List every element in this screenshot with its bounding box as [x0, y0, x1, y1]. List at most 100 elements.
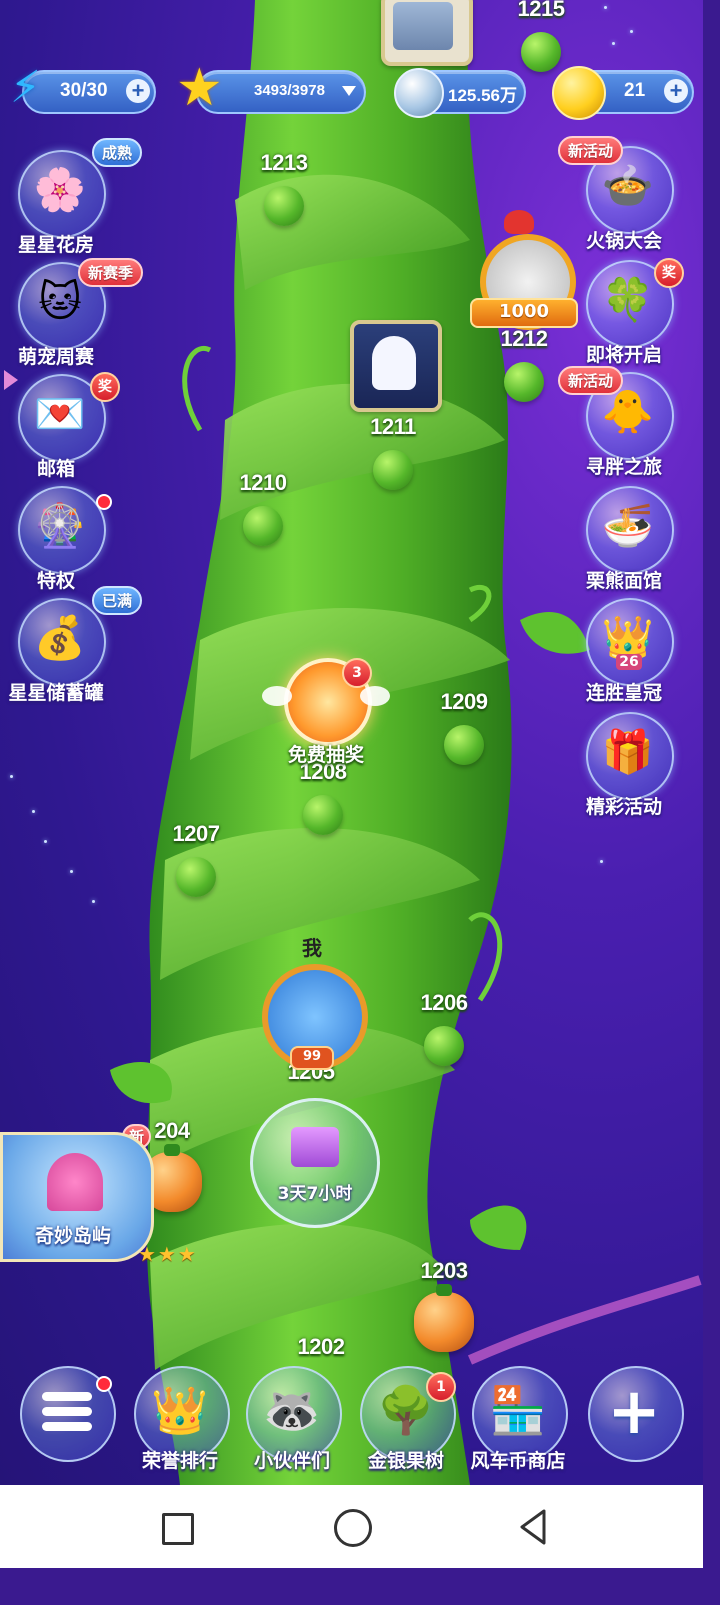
honor-ranking-button[interactable]: 👑 荣誉排行 — [128, 1366, 232, 1478]
status-badge: 已满 — [92, 586, 143, 615]
player-tag: 我 — [302, 936, 322, 960]
free-lottery-button[interactable]: 3 免费抽奖 — [262, 658, 390, 768]
mail-icon: 💌 — [33, 389, 87, 438]
journey-event-button[interactable]: 🐥 寻胖之旅 新活动 — [558, 366, 674, 482]
gift-box-icon — [291, 1127, 339, 1167]
avatar-photo-icon — [393, 2, 453, 50]
gold-coin-value: 21 — [624, 80, 646, 101]
menu-label: 即将开启 — [585, 344, 662, 366]
menu-label: 火锅大会 — [585, 230, 662, 252]
level-node[interactable]: 1206 — [421, 990, 468, 1066]
status-badge: 新活动 — [558, 366, 624, 395]
level-node[interactable]: 1213 — [261, 150, 308, 226]
level-node[interactable]: 1207 — [173, 821, 220, 897]
level-number: 1203 — [420, 1258, 468, 1283]
notification-dot — [96, 1376, 112, 1392]
mailbox-button[interactable]: 💌 邮箱 奖 — [6, 372, 120, 484]
ghost-icon — [372, 336, 416, 390]
level-node[interactable]: 1210 — [240, 470, 287, 546]
lottery-count-badge: 3 — [342, 658, 372, 688]
chicken-comb-icon — [504, 210, 534, 234]
menu-label: 小伙伴们 — [253, 1450, 330, 1472]
status-badge: 新活动 — [558, 136, 624, 165]
recent-apps-button[interactable] — [156, 1507, 196, 1547]
menu-label: 邮箱 — [36, 458, 75, 480]
coming-soon-button[interactable]: 🍀 即将开启 奖 — [574, 258, 684, 370]
energy-bar: 30/30 + — [22, 70, 156, 114]
noodle-shop-button[interactable]: 🍜 栗熊面馆 — [574, 486, 674, 596]
back-button[interactable] — [514, 1507, 554, 1547]
level-pod — [373, 450, 413, 490]
menu-list-icon — [42, 1392, 92, 1431]
silver-coin-icon — [394, 68, 444, 118]
flower-house-icon: 🌸 — [33, 165, 87, 214]
level-node[interactable]: 204 — [142, 1118, 202, 1212]
level-stars-icon: ★★★ — [138, 1242, 198, 1266]
player-level: 99 — [290, 1046, 334, 1070]
gift-timer: 3天7小时 — [277, 1184, 353, 1204]
level-pod — [504, 362, 544, 402]
fruit-tree-button[interactable]: 🌳 金银果树 1 — [354, 1366, 458, 1478]
level-node[interactable]: 1212 — [501, 326, 548, 402]
star-flower-house-button[interactable]: 🌸 星星花房 成熟 — [6, 138, 143, 260]
win-streak-crown-button[interactable]: 👑 26 连胜皇冠 — [574, 598, 674, 708]
level-node[interactable]: 1215 — [518, 0, 565, 72]
level-node[interactable]: 1209 — [441, 689, 488, 765]
wing-icon — [360, 686, 390, 706]
gold-add-button[interactable]: + — [664, 79, 688, 103]
menu-label: 萌宠周赛 — [17, 346, 94, 368]
level-pod — [264, 186, 304, 226]
hotpot-event-button[interactable]: 🍲 火锅大会 新活动 — [558, 136, 674, 256]
game-map[interactable]: 1215 1213 1212 1211 1210 1209 1208 1207 … — [0, 0, 703, 1485]
dropdown-arrow-icon — [342, 86, 356, 96]
lantern-pod — [414, 1284, 474, 1352]
ghost-avatar[interactable] — [350, 320, 442, 412]
level-node[interactable]: 1203 — [414, 1258, 474, 1352]
level-number: 1207 — [172, 821, 220, 846]
lightning-icon: ⚡ — [10, 62, 41, 113]
friend-score: 1000 — [470, 298, 578, 328]
menu-label: 荣誉排行 — [141, 1450, 218, 1472]
shop-icon: 🏪 — [489, 1383, 547, 1437]
streak-count: 26 — [616, 654, 642, 670]
windmill-shop-button[interactable]: 🏪 风车币商店 — [466, 1366, 570, 1478]
reward-badge: 奖 — [90, 372, 120, 402]
noodle-icon: 🍜 — [601, 501, 655, 550]
level-node[interactable]: 1208 — [300, 759, 347, 835]
energy-add-button[interactable]: + — [126, 79, 150, 103]
pet-weekly-button[interactable]: 🐱 萌宠周赛 新赛季 — [6, 258, 144, 372]
notification-dot — [96, 494, 112, 510]
wing-icon — [262, 686, 292, 706]
expand-plus-button[interactable]: + — [582, 1366, 686, 1478]
privilege-button[interactable]: 🎡 特权 — [6, 486, 112, 596]
level-number: 1213 — [260, 150, 308, 175]
level-number: 1202 — [297, 1334, 345, 1359]
level-pod — [176, 857, 216, 897]
friends-icon: 🦝 — [263, 1383, 321, 1437]
system-nav-bar — [0, 1485, 703, 1568]
player-marker[interactable]: 我 99 — [252, 932, 368, 1072]
circle-icon — [334, 1509, 372, 1547]
piggy-bank-icon: 💰 — [33, 613, 87, 662]
status-badge: 新赛季 — [78, 258, 144, 287]
level-number: 1215 — [517, 0, 565, 21]
events-button[interactable]: 🎁 精彩活动 — [574, 712, 674, 822]
main-menu-button[interactable] — [14, 1366, 118, 1478]
level-number: 1209 — [440, 689, 488, 714]
gift-bubble[interactable]: 3天7小时 — [250, 1098, 380, 1228]
level-pod — [521, 32, 561, 72]
menu-label: 金银果树 — [367, 1450, 444, 1472]
home-button[interactable] — [332, 1507, 372, 1547]
reward-badge: 奖 — [654, 258, 684, 288]
level-node[interactable]: 1211 — [370, 414, 416, 490]
friends-button[interactable]: 🦝 小伙伴们 — [240, 1366, 344, 1478]
friend-avatar[interactable] — [381, 0, 473, 66]
island-label: 奇妙岛屿 — [34, 1225, 111, 1247]
gift-icon: 🎁 — [601, 727, 655, 776]
star-piggy-bank-button[interactable]: 💰 星星储蓄罐 已满 — [6, 586, 143, 708]
triangle-back-icon — [520, 1509, 546, 1545]
menu-label: 星星花房 — [17, 234, 94, 256]
silver-coin-value: 125.56万 — [448, 86, 517, 105]
menu-label: 风车币商店 — [470, 1450, 566, 1472]
wonder-island-button[interactable]: 奇妙岛屿 — [0, 1132, 154, 1262]
